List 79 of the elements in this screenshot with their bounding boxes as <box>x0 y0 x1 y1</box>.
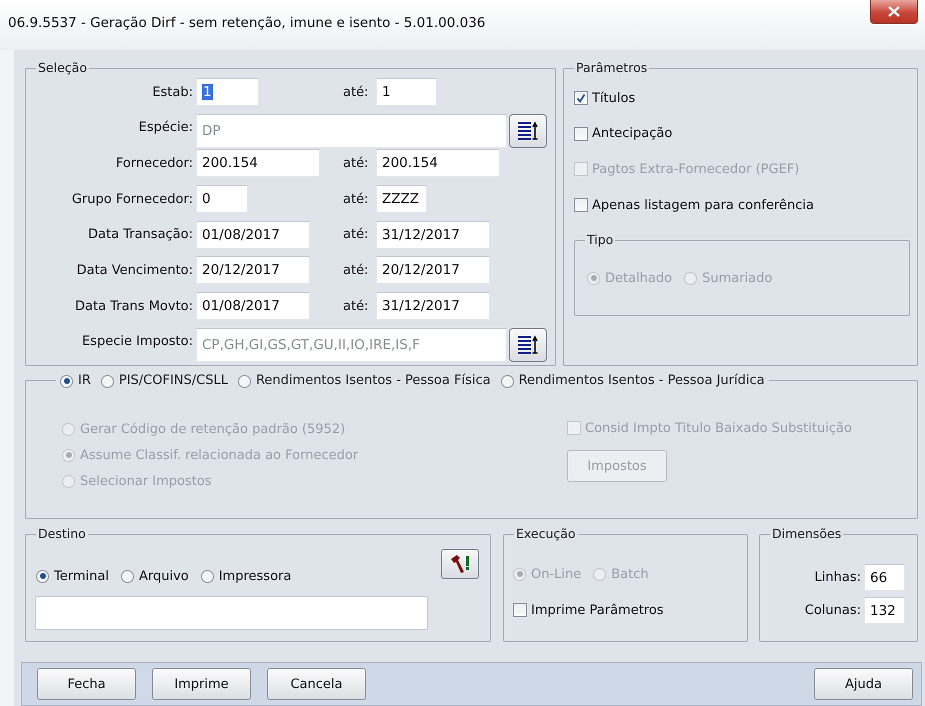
radio-label: Detalhado <box>605 270 672 286</box>
list-button[interactable] <box>509 114 547 148</box>
radio-label: Sumariado <box>702 270 772 286</box>
radio-label: Terminal <box>54 568 109 584</box>
input-field[interactable]: 31/12/2017 <box>376 292 490 320</box>
field-label: até: <box>343 262 370 278</box>
radio-button[interactable] <box>100 374 114 388</box>
field-label: Grupo Fornecedor: <box>70 192 194 207</box>
checkbox-label: Consid Impto Titulo Baixado Substituição <box>585 420 852 436</box>
field-label: Estab: <box>151 84 194 100</box>
field-label: Data Vencimento: <box>76 262 194 278</box>
checkbox-label: Títulos <box>592 90 636 106</box>
hammer-icon <box>448 553 472 575</box>
input-field[interactable]: 132 <box>864 597 905 624</box>
radio-button[interactable] <box>36 570 49 582</box>
radio-button[interactable] <box>60 374 73 388</box>
radio-label: Selecionar Impostos <box>80 474 212 488</box>
input-field[interactable]: 20/12/2017 <box>196 256 310 284</box>
input-field[interactable]: 31/12/2017 <box>376 220 490 249</box>
field-label: até: <box>343 298 370 314</box>
field-label: Linhas: <box>814 570 862 585</box>
checkbox[interactable] <box>574 198 588 212</box>
radio-label: Assume Classif. relacionada ao Fornecedor <box>80 448 358 462</box>
radio-label: On-Line <box>531 566 582 582</box>
dialog-button[interactable]: Fecha <box>37 668 136 700</box>
list-button[interactable] <box>509 328 547 362</box>
input-field[interactable]: 01/08/2017 <box>196 292 310 320</box>
field-label: até: <box>343 84 370 100</box>
dialog-button[interactable]: Imprime <box>152 668 251 700</box>
input-field[interactable]: 01/08/2017 <box>196 220 310 249</box>
close-icon <box>888 6 900 17</box>
field-label: Especie Imposto: <box>80 334 194 350</box>
group-title: Execução <box>514 526 578 542</box>
dialog-button[interactable]: Cancela <box>267 668 366 700</box>
radio-label: Rendimentos Isentos - Pessoa Física <box>256 373 491 389</box>
checkbox[interactable] <box>513 603 527 617</box>
checkbox-label: Apenas listagem para conferência <box>592 198 814 213</box>
field-label: Colunas: <box>804 603 862 618</box>
radio-label: Impressora <box>218 568 292 584</box>
input-field[interactable]: 20/12/2017 <box>376 256 490 284</box>
radio-label: Batch <box>611 566 649 582</box>
close-button[interactable] <box>870 0 918 24</box>
radio-label: Rendimentos Isentos - Pessoa Jurídica <box>518 373 765 389</box>
field-label: até: <box>343 192 370 207</box>
dialog-button[interactable]: Ajuda <box>814 668 913 700</box>
field-label: Data Trans Movto: <box>74 298 194 314</box>
radio-button[interactable] <box>200 570 214 582</box>
field-label: Fornecedor: <box>114 156 194 171</box>
radio-label: IR <box>78 373 91 389</box>
radio-button[interactable] <box>500 374 514 388</box>
field-label: até: <box>343 156 370 171</box>
group-title: Seleção <box>36 60 89 76</box>
checkbox-label: Antecipação <box>592 126 672 142</box>
input-field[interactable]: 0 <box>196 185 248 214</box>
field-label: até: <box>343 227 370 242</box>
radio-button[interactable] <box>120 570 134 582</box>
checkbox[interactable] <box>574 91 588 105</box>
file-path-field[interactable] <box>35 596 428 630</box>
tool-button[interactable] <box>441 549 479 579</box>
checkbox-label: Pagtos Extra-Fornecedor (PGEF) <box>592 162 800 177</box>
radio-label: PIS/COFINS/CSLL <box>118 373 228 389</box>
window-title: 06.9.5537 - Geração Dirf - sem retenção, imune e isento - 5.01.00.036 <box>8 15 486 31</box>
input-field: DP <box>196 114 507 148</box>
radio-button[interactable] <box>238 374 251 388</box>
checkbox-label: Imprime Parâmetros <box>531 602 664 618</box>
input-field[interactable]: ZZZZ <box>376 185 427 214</box>
input-field[interactable]: 1 <box>376 78 437 106</box>
input-field[interactable]: 200.154 <box>196 149 320 178</box>
radio-label: Arquivo <box>138 568 189 584</box>
group-title: Tipo <box>585 232 616 248</box>
input-field: CP,GH,GI,GS,GT,GU,II,IO,IRE,IS,F <box>196 328 507 362</box>
field-label: Data Transação: <box>87 227 194 242</box>
checkbox[interactable] <box>574 126 588 141</box>
input-field[interactable]: 200.154 <box>376 149 500 178</box>
input-field[interactable]: 66 <box>864 564 905 591</box>
field-label: Espécie: <box>138 120 194 136</box>
selected-text: 1 <box>202 84 213 100</box>
radio-label: Gerar Código de retenção padrão (5952) <box>80 422 346 436</box>
input-field[interactable]: 1 <box>196 78 259 106</box>
